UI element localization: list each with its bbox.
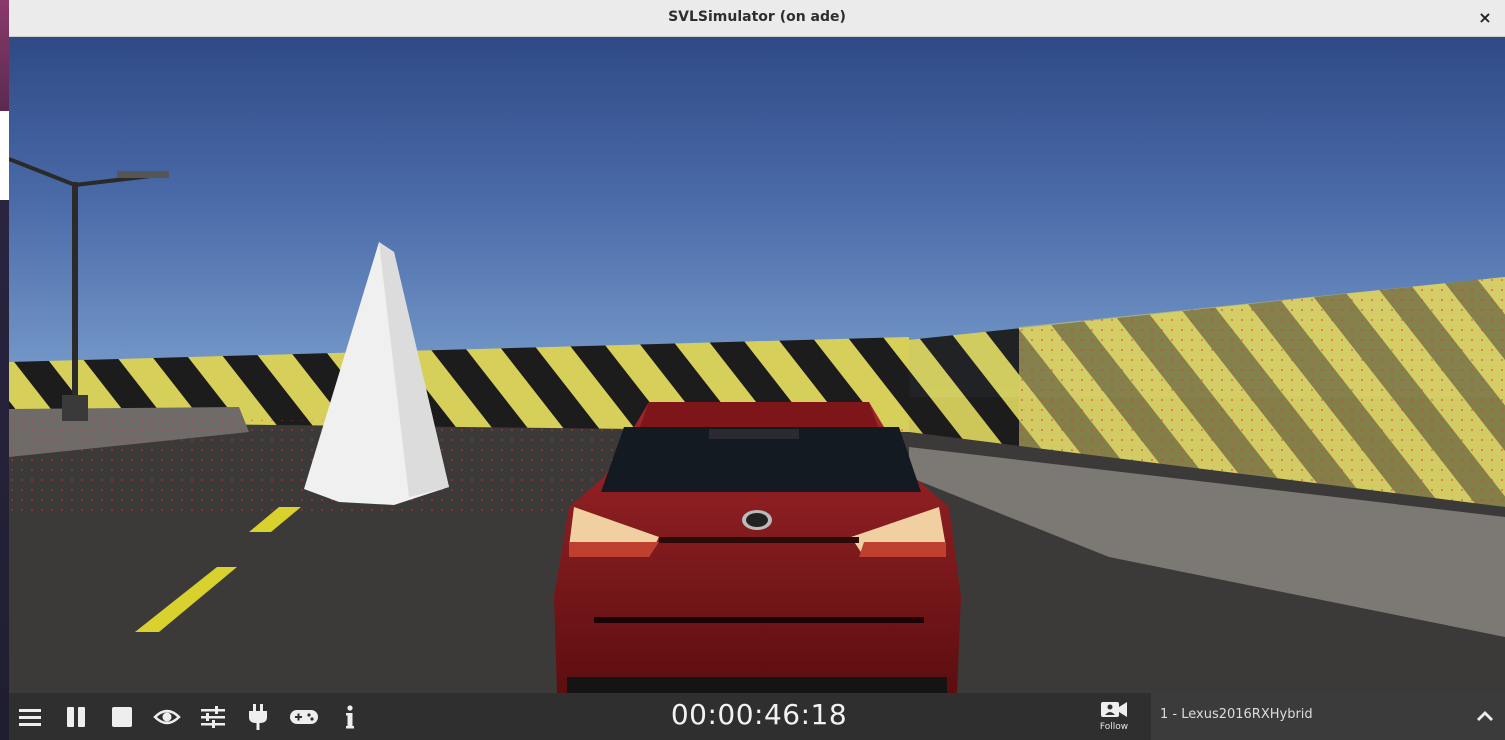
selected-vehicle-label: 1 - Lexus2016RXHybrid — [1160, 707, 1313, 722]
gamepad-icon — [290, 710, 318, 724]
stop-icon — [112, 707, 132, 727]
close-button[interactable]: × — [1475, 7, 1495, 29]
camera-follow-icon — [1101, 702, 1127, 717]
simulation-clock: 00:00:46:18 — [670, 698, 848, 731]
eye-icon — [153, 709, 181, 725]
plug-icon — [249, 704, 267, 730]
stop-button[interactable] — [106, 701, 138, 733]
info-button[interactable] — [334, 701, 366, 733]
settings-button[interactable] — [197, 701, 229, 733]
info-icon — [346, 705, 354, 729]
simulation-viewport[interactable] — [9, 37, 1505, 693]
bridge-button[interactable] — [242, 701, 274, 733]
simulator-toolbar: 00:00:46:18 Follow 1 - Lexus2016RXHybrid — [9, 693, 1505, 740]
sliders-icon — [201, 706, 225, 728]
hamburger-icon — [19, 709, 41, 726]
window-titlebar[interactable]: SVLSimulator (on ade) × — [9, 0, 1505, 37]
window-title: SVLSimulator (on ade) — [668, 9, 846, 25]
scene-render — [9, 37, 1505, 693]
pause-button[interactable] — [60, 701, 92, 733]
chevron-up-icon[interactable] — [1473, 705, 1497, 729]
visibility-button[interactable] — [151, 701, 183, 733]
menu-button[interactable] — [14, 701, 46, 733]
controls-button[interactable] — [288, 701, 320, 733]
pause-icon — [67, 707, 85, 727]
desktop-background-edge — [0, 0, 9, 740]
follow-camera-button[interactable]: Follow — [1092, 699, 1136, 737]
vehicle-selector[interactable]: 1 - Lexus2016RXHybrid — [1151, 693, 1505, 740]
street-lamp-pole — [72, 182, 78, 417]
follow-label: Follow — [1099, 722, 1129, 732]
